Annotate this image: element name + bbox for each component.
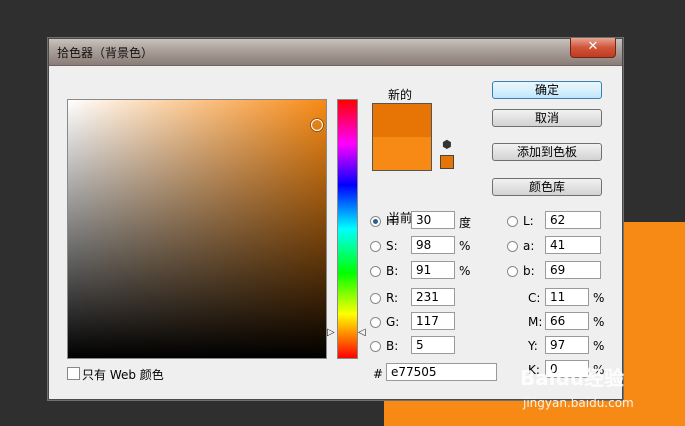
hsb-h-radio[interactable] (370, 216, 381, 227)
web-colors-only-label: 只有 Web 颜色 (82, 368, 164, 382)
hsb-b-radio[interactable] (370, 266, 381, 277)
hsb-s-label: S: (386, 239, 398, 253)
cmyk-c-input[interactable]: 11 (545, 288, 589, 306)
color-libraries-button[interactable]: 颜色库 (492, 178, 602, 196)
lab-l-input[interactable]: 62 (545, 211, 601, 229)
cmyk-y-unit: % (593, 339, 605, 353)
dialog-client-area: ▷ ◁ 新的 当前 ⬢ 确定 取消 添加到色板 颜色库 H: 30 度 S: 9… (56, 72, 615, 390)
rgb-b-label: B: (386, 339, 399, 353)
new-color-swatch (373, 104, 431, 137)
hex-input[interactable]: e77505 (386, 363, 497, 381)
web-colors-only-checkbox[interactable] (67, 367, 80, 380)
color-picker-dialog: 拾色器（背景色） ✕ ▷ ◁ 新的 当前 ⬢ 确定 取消 添加到色板 颜色库 H… (48, 38, 623, 400)
current-color-swatch[interactable] (373, 137, 431, 170)
lab-l-label: L: (523, 214, 534, 228)
title-bar[interactable]: 拾色器（背景色） ✕ (49, 38, 622, 66)
add-to-swatches-button[interactable]: 添加到色板 (492, 143, 602, 161)
watermark-logo: Baidu经验 (520, 366, 625, 390)
hex-prefix: # (373, 367, 384, 381)
hsb-b-unit: % (459, 264, 471, 278)
dialog-title: 拾色器（背景色） (57, 46, 154, 60)
cancel-button[interactable]: 取消 (492, 109, 602, 127)
lab-b-radio[interactable] (507, 266, 518, 277)
ok-button[interactable]: 确定 (492, 81, 602, 99)
lab-a-label: a: (523, 239, 535, 253)
hsb-b-input[interactable]: 91 (411, 261, 455, 279)
rgb-g-label: G: (386, 315, 400, 329)
lab-b-input[interactable]: 69 (545, 261, 601, 279)
lab-a-input[interactable]: 41 (545, 236, 601, 254)
rgb-g-radio[interactable] (370, 317, 381, 328)
rgb-b-input[interactable]: 5 (411, 336, 455, 354)
cmyk-c-unit: % (593, 291, 605, 305)
hue-slider-left-handle[interactable]: ▷ (327, 328, 335, 338)
hsb-s-unit: % (459, 239, 471, 253)
color-field-picker-ring[interactable] (311, 119, 323, 131)
lab-b-label: b: (523, 264, 535, 278)
cmyk-y-label: Y: (528, 339, 538, 353)
hsb-h-input[interactable]: 30 (411, 211, 455, 229)
hsb-h-label: H: (386, 214, 400, 228)
hsb-s-radio[interactable] (370, 241, 381, 252)
hue-slider-right-handle[interactable]: ◁ (358, 328, 366, 338)
cmyk-m-input[interactable]: 66 (545, 312, 589, 330)
close-button[interactable]: ✕ (570, 38, 616, 58)
cmyk-m-label: M: (528, 315, 543, 329)
color-field[interactable] (67, 99, 327, 359)
cmyk-m-unit: % (593, 315, 605, 329)
watermark-site: jingyan.baidu.com (523, 396, 634, 410)
color-compare-swatch (372, 103, 432, 171)
rgb-g-input[interactable]: 117 (411, 312, 455, 330)
lab-a-radio[interactable] (507, 241, 518, 252)
rgb-r-label: R: (386, 291, 399, 305)
rgb-r-input[interactable]: 231 (411, 288, 455, 306)
rgb-b-radio[interactable] (370, 341, 381, 352)
cmyk-c-label: C: (528, 291, 541, 305)
hsb-h-unit: 度 (459, 216, 472, 230)
hsb-b-label: B: (386, 264, 399, 278)
new-color-label: 新的 (388, 88, 413, 102)
lab-l-radio[interactable] (507, 216, 518, 227)
cmyk-y-input[interactable]: 97 (545, 336, 589, 354)
out-of-gamut-swatch[interactable] (440, 155, 454, 169)
rgb-r-radio[interactable] (370, 293, 381, 304)
hue-slider[interactable] (337, 99, 358, 359)
hsb-s-input[interactable]: 98 (411, 236, 455, 254)
cube-icon[interactable]: ⬢ (442, 139, 452, 150)
